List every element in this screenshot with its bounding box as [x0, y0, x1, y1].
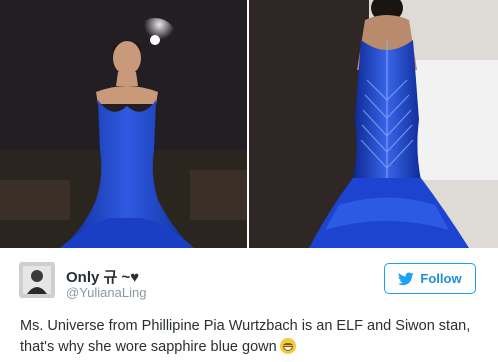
author-handle[interactable]: @YulianaLing	[66, 285, 146, 300]
avatar[interactable]	[19, 262, 55, 298]
tweet-body: Ms. Universe from Phillipine Pia Wurtzba…	[20, 318, 471, 355]
photo-back-view[interactable]	[249, 0, 498, 248]
follow-button-label: Follow	[420, 271, 462, 286]
avatar-image	[19, 262, 55, 298]
twitter-bird-icon	[398, 271, 415, 285]
gown-front-illustration	[0, 0, 247, 248]
tweet-photos	[0, 0, 498, 248]
author-display-name[interactable]: Only 규 ~♥	[66, 266, 139, 287]
grinning-face-icon	[279, 338, 296, 354]
follow-button[interactable]: Follow	[384, 263, 476, 294]
tweet-text: Ms. Universe from Phillipine Pia Wurtzba…	[20, 316, 488, 358]
photo-front-view[interactable]	[0, 0, 247, 248]
gown-back-illustration	[249, 0, 498, 248]
